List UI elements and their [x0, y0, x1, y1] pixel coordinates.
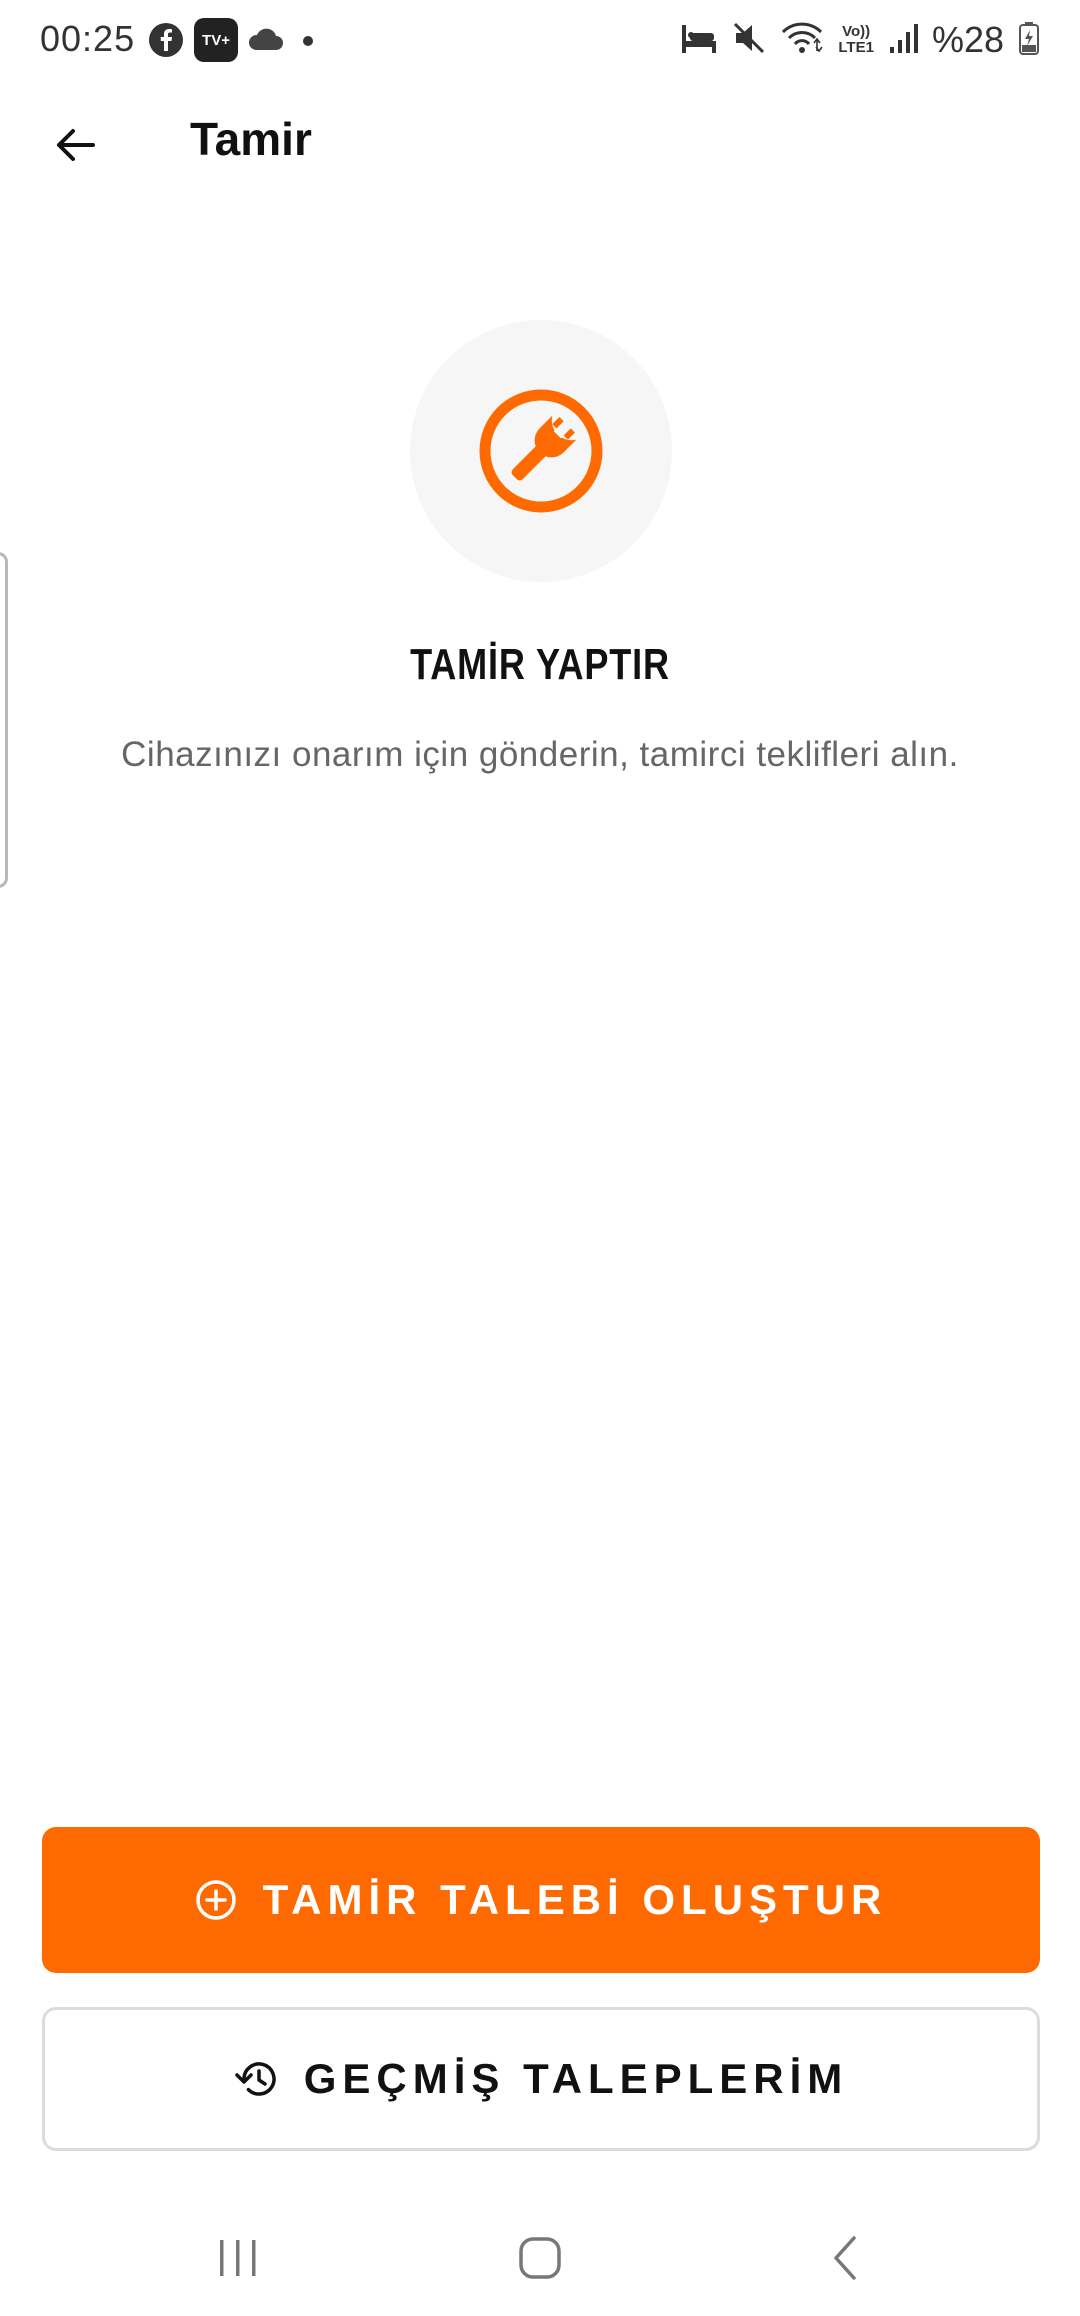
back-button[interactable] [40, 110, 110, 180]
wrench-circle-icon [479, 389, 603, 513]
tv-plus-badge: TV+ [202, 31, 230, 49]
plus-circle-icon [195, 1880, 236, 1920]
past-requests-button[interactable]: GEÇMİŞ TALEPLERİM [42, 2007, 1040, 2151]
status-bar: 00:25 TV+ Vo)) LTE1 %28 [0, 0, 1080, 80]
status-time: 00:25 [40, 18, 136, 59]
hero-icon-container [410, 320, 672, 582]
battery-percent: %28 [931, 19, 1004, 60]
recent-apps-button[interactable] [188, 2218, 288, 2298]
volte-top-text: Vo)) [842, 23, 871, 40]
edge-panel-handle[interactable] [0, 552, 8, 888]
home-button[interactable] [490, 2218, 590, 2298]
create-repair-request-label: TAMİR TALEBİ OLUŞTUR [262, 1876, 888, 1923]
history-icon [234, 2062, 276, 2096]
volte-bottom-text: LTE1 [838, 39, 874, 56]
signal-icon [888, 21, 918, 60]
wifi-icon [780, 21, 824, 60]
arrow-left-icon [57, 129, 95, 161]
recent-apps-icon [220, 2240, 256, 2276]
create-repair-request-button[interactable]: TAMİR TALEBİ OLUŞTUR [42, 1827, 1040, 1973]
hero-subtitle: Cihazınızı onarım için gönderin, tamirci… [121, 735, 959, 774]
cloud-icon [246, 26, 284, 57]
back-icon [834, 2236, 856, 2280]
volte-lte1-icon: Vo)) LTE1 [838, 24, 874, 56]
tv-plus-icon: TV+ [194, 18, 238, 62]
sleep-mode-icon [680, 21, 718, 60]
past-requests-label: GEÇMİŞ TALEPLERİM [303, 2055, 849, 2102]
nav-back-button[interactable] [795, 2218, 895, 2298]
facebook-icon [148, 22, 184, 63]
page-title: Tamir [190, 113, 312, 165]
battery-icon [1018, 21, 1040, 60]
home-icon [519, 2237, 561, 2279]
status-right-group: Vo)) LTE1 %28 [680, 18, 1040, 62]
dot-icon [302, 34, 314, 52]
hero-title: TAMİR YAPTIR [410, 640, 670, 689]
mute-icon [732, 21, 766, 60]
